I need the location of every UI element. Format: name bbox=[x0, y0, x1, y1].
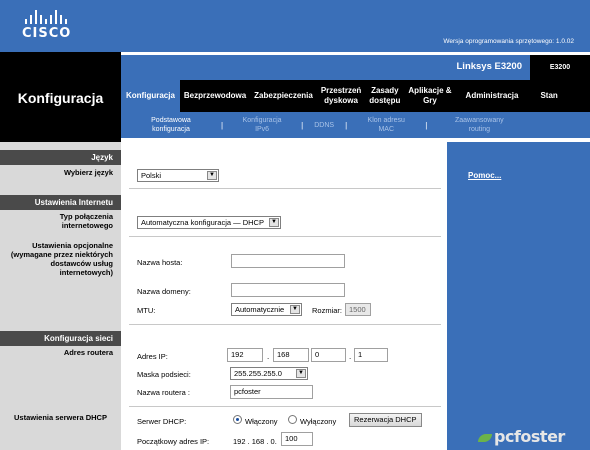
help-column: Pomoc... bbox=[447, 142, 590, 450]
router-name-input[interactable]: pcfoster bbox=[230, 385, 313, 399]
dhcp-server-label: Serwer DHCP: bbox=[137, 417, 187, 426]
tab-bezprzewodowa[interactable]: Bezprzewodowa bbox=[180, 91, 250, 101]
product-bar: Linksys E3200 E3200 bbox=[121, 55, 590, 80]
chevron-down-icon: ▼ bbox=[290, 305, 300, 314]
leaf-icon bbox=[478, 433, 492, 442]
connection-type-select[interactable]: Automatyczna konfiguracja — DHCP ▼ bbox=[137, 216, 281, 229]
ip-dot: . bbox=[267, 352, 270, 361]
dhcp-disabled-label: Wyłączony bbox=[300, 417, 337, 426]
chevron-down-icon: ▼ bbox=[207, 171, 217, 180]
title-block-bottom bbox=[0, 114, 121, 142]
ip-octet-3-input[interactable]: 0 bbox=[311, 348, 346, 362]
tab-przestrzen-dyskowa[interactable]: Przestrzeń dyskowa bbox=[317, 86, 365, 106]
dhcp-settings-label: Ustawienia serwera DHCP bbox=[14, 413, 107, 422]
tab-label-line: Zasady bbox=[371, 86, 399, 95]
cisco-bars-icon bbox=[25, 10, 71, 24]
settings-form: Polski ▼ Automatyczna konfiguracja — DHC… bbox=[121, 142, 447, 450]
subtab-podstawowa-konfiguracja[interactable]: Podstawowa konfiguracja bbox=[121, 116, 221, 134]
router-address-label: Adres routera bbox=[63, 348, 113, 357]
choose-language-label: Wybierz język bbox=[63, 168, 113, 177]
tab-zasady-dostepu[interactable]: Zasady dostępu bbox=[365, 86, 404, 106]
host-name-label: Nazwa hosta: bbox=[137, 258, 183, 267]
subtab-label-line: Klon adresu bbox=[367, 117, 405, 124]
cisco-wordmark: CISCO bbox=[22, 26, 72, 41]
ip-address-label: Adres IP: bbox=[137, 352, 168, 361]
main-tabs: Konfiguracja Bezprzewodowa Zabezpieczeni… bbox=[121, 80, 590, 112]
subtab-label-line: Podstawowa bbox=[151, 117, 191, 124]
ip-octet-1-input[interactable]: 192 bbox=[227, 348, 263, 362]
sub-tabs: Podstawowa konfiguracja | Konfiguracja I… bbox=[121, 112, 590, 138]
network-config-header: Konfiguracja sieci bbox=[0, 331, 121, 346]
title-block-top bbox=[0, 52, 121, 81]
optional-settings-label: Ustawienia opcjonalne (wymagane przez ni… bbox=[10, 241, 113, 277]
tab-label-line: Gry bbox=[423, 96, 437, 105]
subnet-mask-label: Maska podsieci: bbox=[137, 370, 191, 379]
subtab-label-line: MAC bbox=[378, 126, 395, 133]
subtab-klon-adresu-mac[interactable]: Klon adresu MAC bbox=[347, 116, 425, 134]
language-select[interactable]: Polski ▼ bbox=[137, 169, 219, 182]
firmware-version: Wersja oprogramowania sprzętowego: 1.0.0… bbox=[443, 38, 574, 45]
router-name-label: Nazwa routera : bbox=[137, 388, 190, 397]
chevron-down-icon: ▼ bbox=[269, 218, 279, 227]
tab-label-line: Przestrzeń bbox=[320, 86, 362, 95]
dhcp-disabled-radio[interactable] bbox=[288, 415, 297, 424]
tab-zabezpieczenia[interactable]: Zabezpieczenia bbox=[250, 91, 317, 101]
subtab-konfiguracja-ipv6[interactable]: Konfiguracja IPv6 bbox=[223, 116, 301, 134]
size-label: Rozmiar: bbox=[312, 306, 343, 315]
start-ip-input[interactable]: 100 bbox=[281, 432, 313, 446]
divider bbox=[129, 324, 441, 325]
subnet-mask-select[interactable]: 255.255.255.0 ▼ bbox=[230, 367, 308, 380]
language-select-value: Polski bbox=[141, 171, 162, 180]
tab-administracja[interactable]: Administracja bbox=[462, 91, 523, 101]
tab-konfiguracja[interactable]: Konfiguracja bbox=[121, 80, 180, 112]
tab-label-line: Aplikacje & bbox=[408, 86, 452, 95]
connection-type-value: Automatyczna konfiguracja — DHCP bbox=[141, 218, 264, 227]
help-link[interactable]: Pomoc... bbox=[468, 171, 501, 180]
cisco-logo: CISCO bbox=[22, 10, 71, 41]
subtab-label-line: IPv6 bbox=[255, 126, 270, 133]
internet-settings-header: Ustawienia Internetu bbox=[0, 195, 121, 210]
tab-aplikacje-gry[interactable]: Aplikacje & Gry bbox=[404, 86, 455, 106]
subnet-mask-value: 255.255.255.0 bbox=[234, 369, 282, 378]
divider bbox=[129, 406, 441, 407]
divider bbox=[129, 188, 441, 189]
model-badge: E3200 bbox=[530, 55, 590, 80]
watermark-text: pcfoster bbox=[494, 427, 565, 446]
tab-stan[interactable]: Stan bbox=[536, 91, 561, 101]
product-name: Linksys E3200 bbox=[456, 61, 523, 72]
subtab-ddns[interactable]: DDNS bbox=[303, 121, 345, 130]
subtab-label-line: konfiguracja bbox=[152, 126, 190, 133]
top-header: CISCO Wersja oprogramowania sprzętowego:… bbox=[0, 0, 590, 52]
dhcp-enabled-label: Włączony bbox=[245, 417, 278, 426]
left-labels-column: Język Wybierz język Ustawienia Internetu… bbox=[0, 142, 121, 450]
ip-octet-4-input[interactable]: 1 bbox=[354, 348, 388, 362]
tab-label-line: dostępu bbox=[369, 96, 401, 105]
chevron-down-icon: ▼ bbox=[296, 369, 306, 378]
connection-type-label: Typ połączenia internetowego bbox=[59, 212, 113, 230]
subtab-label-line: Zaawansowany bbox=[454, 117, 504, 124]
page-title: Konfiguracja bbox=[0, 81, 121, 114]
language-header: Język bbox=[0, 150, 121, 165]
mtu-select[interactable]: Automatycznie ▼ bbox=[231, 303, 302, 316]
dhcp-enabled-radio[interactable] bbox=[233, 415, 242, 424]
tab-label-line: dyskowa bbox=[324, 96, 358, 105]
ip-dot: . bbox=[349, 352, 352, 361]
divider bbox=[129, 236, 441, 237]
subtab-label-line: routing bbox=[468, 126, 491, 133]
mtu-label: MTU: bbox=[137, 306, 156, 315]
mtu-select-value: Automatycznie bbox=[235, 305, 285, 314]
domain-name-label: Nazwa domeny: bbox=[137, 287, 191, 296]
dhcp-reservation-button[interactable]: Rezerwacja DHCP bbox=[349, 413, 422, 427]
subtab-label-line: Konfiguracja bbox=[242, 117, 282, 124]
watermark-logo: pcfoster bbox=[478, 427, 565, 446]
ip-octet-2-input[interactable]: 168 bbox=[273, 348, 309, 362]
start-ip-label: Początkowy adres IP: bbox=[137, 437, 210, 446]
host-name-input[interactable] bbox=[231, 254, 345, 268]
subtab-zaawansowany-routing[interactable]: Zaawansowany routing bbox=[427, 116, 531, 134]
start-ip-prefix: 192 . 168 . 0. bbox=[233, 437, 277, 446]
mtu-size-input[interactable]: 1500 bbox=[345, 303, 371, 316]
domain-name-input[interactable] bbox=[231, 283, 345, 297]
